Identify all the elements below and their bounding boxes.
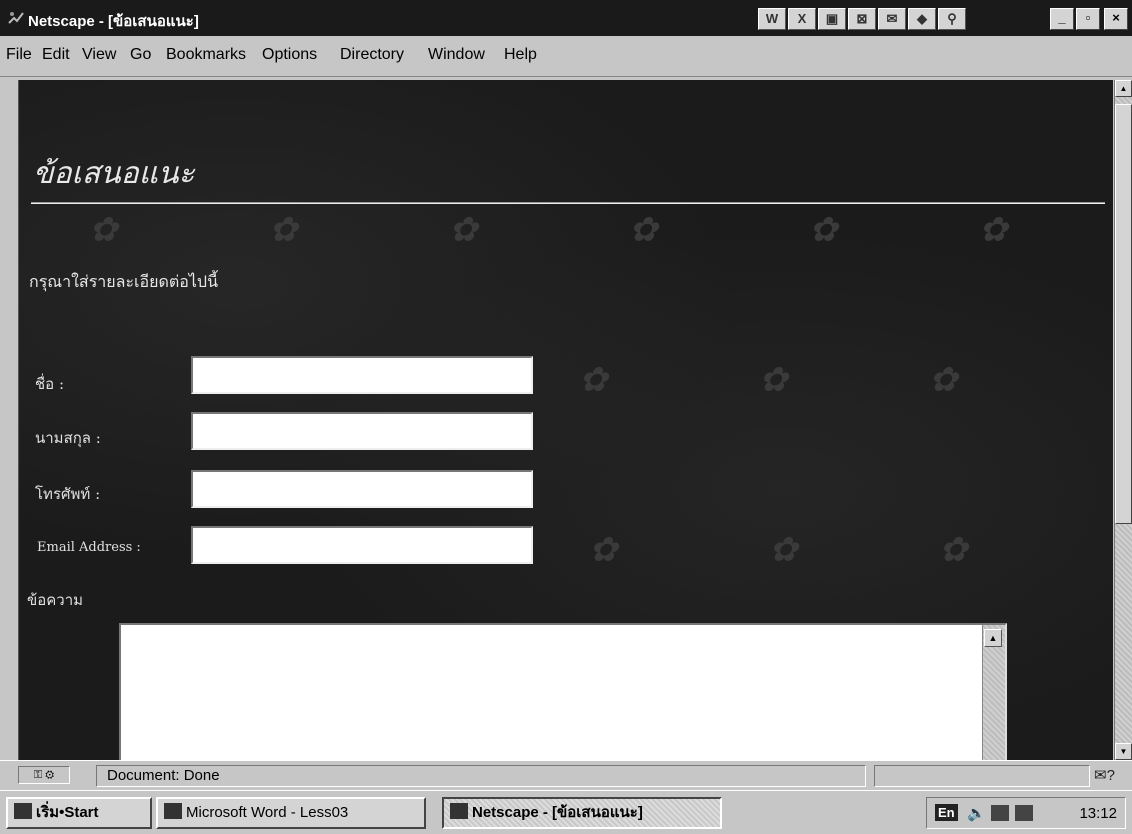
background-pattern: ✿ [269, 210, 298, 250]
mail-icon[interactable]: ✉? [1094, 766, 1115, 784]
menu-window[interactable]: Window [428, 46, 485, 64]
start-button[interactable]: เริ่ม•Start [6, 797, 152, 829]
phone-label: โทรศัพท์ : [35, 485, 101, 503]
status-text: Document: Done [96, 765, 866, 787]
background-pattern: ✿ [759, 360, 788, 400]
system-tray: En 🔈 13:12 [926, 797, 1126, 829]
tray-network-icon[interactable] [1015, 805, 1033, 821]
last-name-label: นามสกุล : [35, 429, 101, 447]
scroll-thumb[interactable] [1115, 104, 1132, 524]
start-label: เริ่ม•Start [36, 804, 99, 821]
mail-shortcut-icon[interactable]: ✉ [878, 8, 906, 30]
last-name-input[interactable] [191, 412, 533, 450]
message-textarea[interactable]: ▲ [119, 623, 1007, 760]
background-pattern: ✿ [579, 360, 608, 400]
background-pattern: ✿ [629, 210, 658, 250]
task-word-label: Microsoft Word - Less03 [186, 804, 349, 821]
status-bar: ⚿ ⚙ Document: Done ✉? [0, 760, 1132, 791]
background-pattern: ✿ [89, 210, 118, 250]
menu-view[interactable]: View [82, 46, 116, 64]
tray-app-icon[interactable] [991, 805, 1009, 821]
progress-bar [874, 765, 1090, 787]
clock[interactable]: 13:12 [1079, 805, 1117, 822]
email-label: Email Address : [37, 540, 141, 555]
menu-go[interactable]: Go [130, 46, 151, 64]
netscape-icon [450, 803, 468, 819]
background-pattern: ✿ [979, 210, 1008, 250]
word-shortcut-icon[interactable]: W [758, 8, 786, 30]
background-pattern: ✿ [769, 530, 798, 570]
page-content: ✿ ✿ ✿ ✿ ✿ ✿ ✿ ✿ ✿ ✿ ✿ ✿ ข้อเสนอแนะ กรุณา… [18, 80, 1113, 760]
excel-shortcut-icon[interactable]: X [788, 8, 816, 30]
netscape-window: Netscape - [ข้อเสนอแนะ] W X ▣ ⊠ ✉ ◆ ⚲ _ … [0, 0, 1132, 834]
title-bar[interactable]: Netscape - [ข้อเสนอแนะ] W X ▣ ⊠ ✉ ◆ ⚲ _ … [0, 0, 1132, 36]
language-indicator[interactable]: En [935, 804, 958, 821]
windows-logo-icon [14, 803, 32, 819]
word-icon [164, 803, 182, 819]
book-shortcut-icon[interactable]: ◆ [908, 8, 936, 30]
scroll-up-arrow-icon[interactable]: ▲ [1115, 80, 1132, 97]
access-shortcut-icon[interactable]: ⊠ [848, 8, 876, 30]
task-netscape[interactable]: Netscape - [ข้อเสนอแนะ] [442, 797, 722, 829]
message-label: ข้อความ [27, 591, 84, 609]
speaker-icon[interactable]: 🔈 [967, 804, 986, 822]
taskbar: เริ่ม•Start Microsoft Word - Less03 Nets… [0, 790, 1132, 834]
menu-directory[interactable]: Directory [340, 46, 404, 64]
netscape-logo-icon [8, 12, 24, 24]
phone-input[interactable] [191, 470, 533, 508]
background-pattern: ✿ [929, 360, 958, 400]
scroll-up-arrow-icon[interactable]: ▲ [984, 629, 1002, 647]
form-instruction: กรุณาใส่รายละเอียดต่อไปนี้ [29, 272, 219, 291]
menu-options[interactable]: Options [262, 46, 317, 64]
menu-file[interactable]: File [6, 46, 32, 64]
message-scrollbar[interactable]: ▲ [982, 625, 1005, 760]
page-title: ข้อเสนอแนะ [33, 156, 195, 191]
menu-bookmarks[interactable]: Bookmarks [166, 46, 246, 64]
menu-edit[interactable]: Edit [42, 46, 70, 64]
maximize-button[interactable]: ▫ [1076, 8, 1100, 30]
menu-bar: File Edit View Go Bookmarks Options Dire… [0, 36, 1132, 77]
background-pattern: ✿ [809, 210, 838, 250]
email-input[interactable] [191, 526, 533, 564]
close-button[interactable]: × [1104, 8, 1128, 30]
powerpoint-shortcut-icon[interactable]: ▣ [818, 8, 846, 30]
task-word[interactable]: Microsoft Word - Less03 [156, 797, 426, 829]
menu-help[interactable]: Help [504, 46, 537, 64]
horizontal-divider [31, 202, 1105, 204]
background-pattern: ✿ [939, 530, 968, 570]
scroll-down-arrow-icon[interactable]: ▼ [1115, 743, 1132, 760]
background-pattern: ✿ [449, 210, 478, 250]
task-netscape-label: Netscape - [ข้อเสนอแนะ] [472, 804, 643, 821]
background-pattern: ✿ [589, 530, 618, 570]
first-name-label: ชื่อ : [35, 375, 65, 393]
window-title: Netscape - [ข้อเสนอแนะ] [28, 13, 199, 30]
first-name-input[interactable] [191, 356, 533, 394]
minimize-button[interactable]: _ [1050, 8, 1074, 30]
find-shortcut-icon[interactable]: ⚲ [938, 8, 966, 30]
security-key-icon[interactable]: ⚿ ⚙ [18, 766, 70, 784]
page-scrollbar[interactable]: ▲ ▼ [1114, 80, 1132, 760]
